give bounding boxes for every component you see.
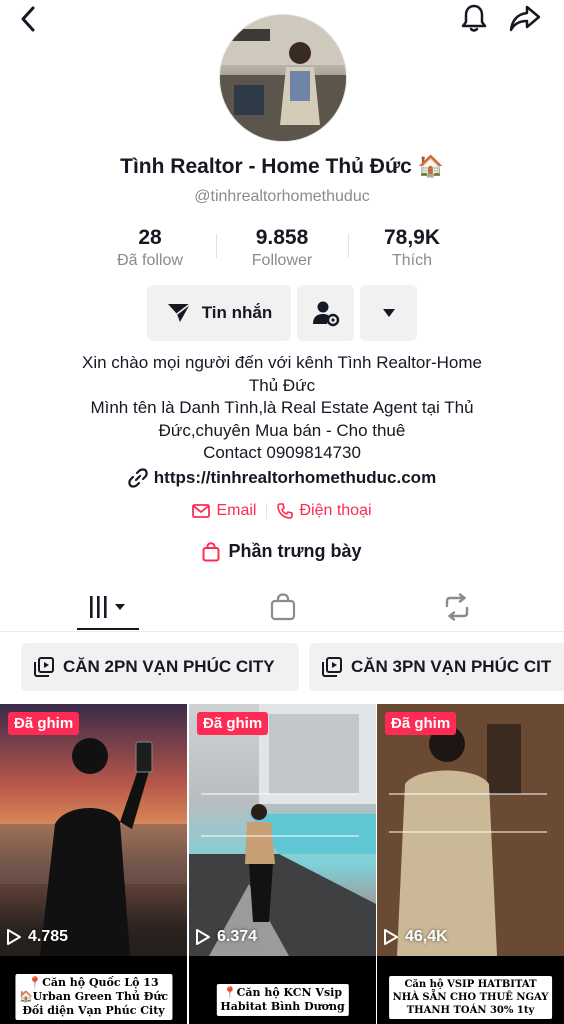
showcase-label: Phần trưng bày xyxy=(228,541,362,561)
play-icon xyxy=(7,929,21,945)
view-count-value: 4.785 xyxy=(28,928,69,945)
playlist-icon xyxy=(34,657,54,677)
caption-line: Habitat Bình Dương xyxy=(220,1000,345,1013)
send-icon xyxy=(167,303,191,322)
video-thumbnail[interactable]: Đã ghim 6.374 📍Căn hộ KCN Vsip Habitat B… xyxy=(189,704,376,1024)
caption-line: Đối diện Vạn Phúc City xyxy=(22,1004,165,1017)
shopping-bag-icon xyxy=(270,593,296,621)
video-thumbnail-image xyxy=(0,738,187,956)
profile-bio: Xin chào mọi người đến với kênh Tình Rea… xyxy=(40,352,524,465)
email-label: Email xyxy=(216,502,257,519)
stat-divider xyxy=(348,234,349,258)
user-gear-icon xyxy=(312,301,339,327)
contact-links: Email Điện thoại xyxy=(0,502,564,520)
caption-line: NHÀ SẴN CHO THUÊ NGAY xyxy=(392,992,549,1003)
avatar-photo xyxy=(220,15,346,141)
play-icon xyxy=(384,929,398,945)
stat-divider xyxy=(216,234,217,258)
stat-followers[interactable]: 9.858 Follower xyxy=(222,226,342,270)
stat-following-label: Đã follow xyxy=(117,252,183,269)
tab-videos[interactable] xyxy=(77,584,139,630)
video-caption: Căn hộ VSIP HATBITAT NHÀ SẴN CHO THUÊ NG… xyxy=(388,976,553,1019)
playlist-chip-label: CĂN 2PN VẠN PHÚC CITY xyxy=(63,657,275,676)
pinned-badge: Đã ghim xyxy=(197,712,269,735)
view-count: 6.374 xyxy=(195,928,257,946)
video-thumbnail-image xyxy=(189,704,376,956)
avatar[interactable] xyxy=(219,14,347,142)
stat-followers-count: 9.858 xyxy=(255,226,309,249)
active-tab-indicator xyxy=(77,628,139,630)
caption-line: Căn hộ VSIP HATBITAT xyxy=(404,979,537,990)
caption-line: 📍Căn hộ Quốc Lộ 13 xyxy=(28,976,159,989)
website-link-text: https://tinhrealtorhomethuduc.com xyxy=(153,468,437,487)
share-arrow-icon[interactable] xyxy=(508,2,542,34)
caption-line: 🏠Urban Green Thủ Đức xyxy=(18,990,169,1003)
phone-label: Điện thoại xyxy=(299,502,372,519)
playlist-chip-label: CĂN 3PN VẠN PHÚC CIT xyxy=(351,657,552,676)
playlist-chip[interactable]: CĂN 2PN VẠN PHÚC CITY xyxy=(21,643,299,691)
play-icon xyxy=(196,929,210,945)
shopping-bag-icon xyxy=(202,541,220,561)
profile-name: Tình Realtor - Home Thủ Đức 🏠 xyxy=(120,155,444,178)
caption-line: THANH TOÁN 30% 1ty xyxy=(406,1005,535,1016)
pinned-badge: Đã ghim xyxy=(8,712,80,735)
grid-bars-icon xyxy=(90,596,125,618)
chevron-left-icon[interactable] xyxy=(14,4,44,34)
website-link[interactable]: https://tinhrealtorhomethuduc.com xyxy=(0,468,564,488)
video-caption: 📍Căn hộ Quốc Lộ 13 🏠Urban Green Thủ Đức … xyxy=(14,974,173,1020)
user-settings-button[interactable] xyxy=(297,285,354,341)
video-caption: 📍Căn hộ KCN Vsip Habitat Bình Dương xyxy=(216,984,349,1016)
phone-icon xyxy=(277,503,294,519)
bio-line: Đức,chuyên Mua bán - Cho thuê xyxy=(158,420,406,440)
message-button-label: Tin nhắn xyxy=(201,303,273,322)
view-count: 4.785 xyxy=(6,928,68,946)
view-count: 46,4K xyxy=(383,928,448,946)
playlist-row: CĂN 2PN VẠN PHÚC CITY CĂN 3PN VẠN PHÚC C… xyxy=(0,643,564,695)
profile-tabs xyxy=(0,584,564,632)
phone-button[interactable]: Điện thoại xyxy=(267,502,381,520)
showcase-button[interactable]: Phần trưng bày xyxy=(0,541,564,562)
stat-followers-label: Follower xyxy=(251,252,313,269)
link-icon xyxy=(128,468,148,488)
tab-shop[interactable] xyxy=(252,584,314,630)
stat-likes-count: 78,9K xyxy=(383,226,441,249)
more-options-button[interactable] xyxy=(360,285,417,341)
repost-icon xyxy=(445,593,469,621)
mail-icon xyxy=(192,504,211,518)
stat-likes[interactable]: 78,9K Thích xyxy=(352,226,472,270)
view-count-value: 46,4K xyxy=(405,928,448,945)
video-thumbnail[interactable]: Đã ghim 4.785 📍Căn hộ Quốc Lộ 13 🏠Urban … xyxy=(0,704,187,1024)
bio-line: Thủ Đức xyxy=(248,375,316,395)
stat-following[interactable]: 28 Đã follow xyxy=(90,226,210,270)
bio-line: Contact 0909814730 xyxy=(203,443,361,462)
caption-line: 📍Căn hộ KCN Vsip xyxy=(222,986,343,999)
profile-handle: @tinhrealtorhomethuduc xyxy=(194,188,370,205)
video-grid: Đã ghim 4.785 📍Căn hộ Quốc Lộ 13 🏠Urban … xyxy=(0,704,564,1024)
pinned-badge: Đã ghim xyxy=(385,712,457,735)
video-thumbnail-image xyxy=(377,704,564,956)
bio-line: Xin chào mọi người đến với kênh Tình Rea… xyxy=(82,353,482,372)
tab-repost[interactable] xyxy=(426,584,488,630)
playlist-chip[interactable]: CĂN 3PN VẠN PHÚC CIT xyxy=(309,643,564,691)
bell-icon[interactable] xyxy=(458,2,490,34)
video-thumbnail[interactable]: Đã ghim 46,4K Căn hộ VSIP HATBITAT NHÀ S… xyxy=(377,704,564,1024)
profile-stats: 28 Đã follow 9.858 Follower 78,9K Thích xyxy=(0,226,564,276)
message-button[interactable]: Tin nhắn xyxy=(147,285,291,341)
playlist-icon xyxy=(322,657,342,677)
stat-following-count: 28 xyxy=(138,226,162,249)
bio-line: Mình tên là Danh Tình,là Real Estate Age… xyxy=(90,398,474,417)
view-count-value: 6.374 xyxy=(217,928,258,945)
caret-down-icon xyxy=(382,309,395,317)
stat-likes-label: Thích xyxy=(391,252,432,269)
email-button[interactable]: Email xyxy=(182,502,266,520)
